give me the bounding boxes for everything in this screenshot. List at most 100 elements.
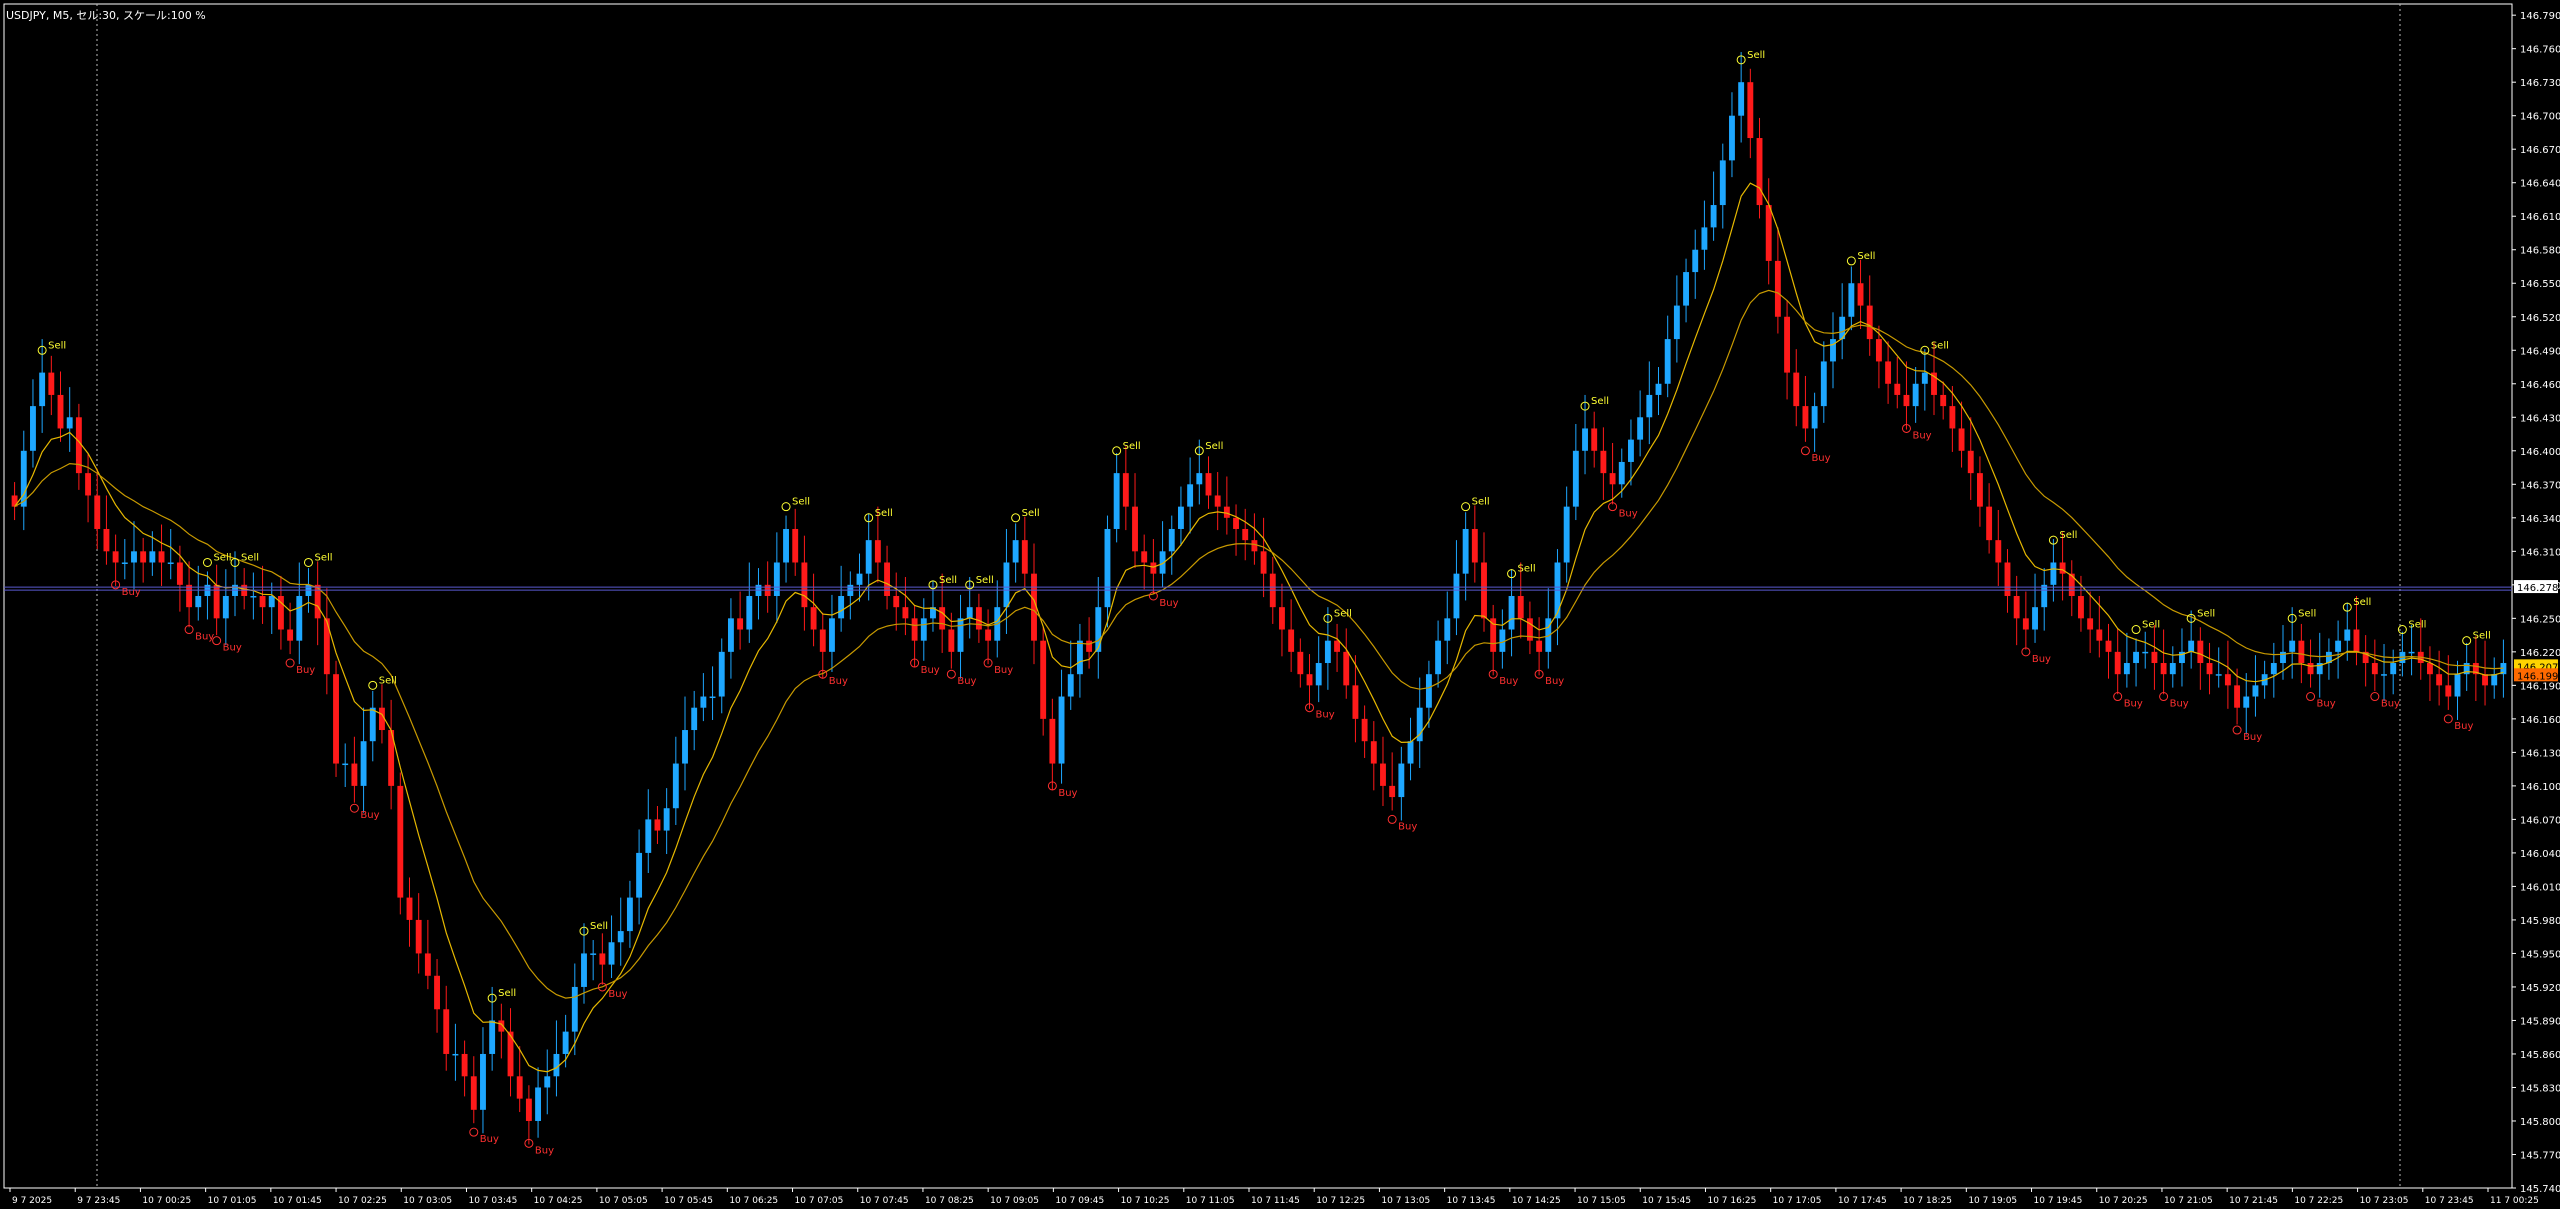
price-label: 146.520 [2520, 313, 2560, 324]
candle-body [1453, 573, 1460, 619]
candle-body [1279, 607, 1285, 630]
buy-signal-label: Buy [1398, 821, 1417, 832]
candlestick-chart[interactable]: Sell Buy Buy Sell Buy Sell Buy Sell Buy Sell Buy Se… [0, 0, 2560, 1209]
candle-body [48, 372, 55, 395]
candle-body [2224, 674, 2231, 686]
time-label: 10 7 13:05 [1381, 1196, 1430, 1206]
candle-body [1324, 640, 1331, 664]
candle-body [1508, 596, 1515, 630]
candle-body [1058, 696, 1065, 764]
candle-body [1086, 640, 1093, 652]
sell-signal-label: Sell [1472, 497, 1490, 508]
sell-signal-label: Sell [314, 552, 332, 563]
candle-body [2096, 629, 2103, 641]
candle-body [920, 618, 927, 641]
candle-body [1967, 450, 1974, 474]
candle-body [158, 551, 165, 563]
candle-body [1646, 394, 1653, 418]
time-label: 10 7 05:45 [664, 1196, 713, 1206]
candle-body [2454, 674, 2461, 697]
candle-body [1076, 640, 1083, 675]
candle-body [1444, 618, 1451, 641]
candle-body [865, 540, 872, 574]
candle-body [1223, 506, 1230, 518]
chart-window[interactable]: Sell Buy Buy Sell Buy Sell Buy Sell Buy Sell Buy Se… [0, 0, 2560, 1209]
price-tag-b-text: 146.199 [2517, 671, 2558, 682]
buy-signal-label: Buy [2243, 732, 2262, 743]
price-label: 146.070 [2520, 815, 2560, 826]
candle-body [1976, 473, 1983, 507]
price-label: 145.860 [2520, 1050, 2560, 1061]
time-label: 10 7 01:45 [273, 1196, 322, 1206]
sell-signal-label: Sell [976, 575, 994, 586]
candle-body [792, 528, 799, 563]
time-label: 10 7 01:05 [208, 1196, 257, 1206]
candle-body [1903, 394, 1910, 407]
sell-signal-label: Sell [1123, 441, 1141, 452]
sell-signal-label: Sell [498, 988, 516, 999]
price-label: 146.430 [2520, 413, 2560, 424]
buy-signal-label: Buy [2454, 721, 2473, 732]
buy-signal-label: Buy [1316, 710, 1335, 721]
candle-body [140, 551, 147, 563]
candle-body [599, 953, 606, 965]
time-label: 10 7 19:05 [1968, 1196, 2017, 1206]
time-label: 9 7 2025 [12, 1196, 52, 1206]
candle-body [489, 1020, 496, 1054]
price-label: 146.580 [2520, 246, 2560, 257]
candle-body [2041, 584, 2048, 608]
candle-body [2004, 562, 2011, 596]
candle-body [259, 596, 266, 608]
candle-body [636, 852, 643, 898]
candle-body [2371, 663, 2378, 675]
candle-body [1380, 763, 1386, 786]
candle-body [525, 1098, 532, 1121]
buy-signal-label: Buy [1545, 676, 1564, 687]
candle-body [2307, 663, 2314, 675]
price-label: 146.730 [2520, 78, 2560, 89]
sell-signal-label: Sell [2353, 597, 2371, 608]
buy-signal-label: Buy [1912, 430, 1931, 441]
candle-body [2436, 674, 2443, 686]
candle-body [1894, 383, 1901, 395]
candle-body [672, 763, 679, 809]
time-label: 10 7 15:45 [1642, 1196, 1691, 1206]
candle-body [296, 596, 303, 641]
price-label: 146.010 [2520, 882, 2560, 893]
candle-body [415, 919, 422, 954]
candle-body [176, 562, 183, 585]
candle-body [2022, 618, 2029, 630]
candle-body [590, 953, 597, 955]
candle-body [1710, 205, 1717, 228]
candle-body [2390, 663, 2397, 675]
candle-body [1729, 115, 1735, 161]
candle-body [1747, 82, 1754, 139]
buy-signal-label: Buy [2170, 699, 2189, 710]
candle-body [406, 897, 413, 920]
candle-body [66, 417, 73, 429]
sell-signal-label: Sell [590, 921, 608, 932]
candle-body [1242, 528, 1249, 541]
price-label: 145.800 [2520, 1117, 2560, 1128]
time-label: 10 7 02:25 [338, 1196, 387, 1206]
time-label: 9 7 23:45 [77, 1196, 120, 1206]
candle-body [1765, 205, 1772, 261]
candle-body [186, 584, 193, 608]
candle-body [1628, 439, 1634, 462]
candle-body [700, 696, 707, 708]
candle-body [2114, 651, 2121, 675]
candle-body [562, 1031, 569, 1054]
buy-signal-label: Buy [2032, 654, 2051, 665]
candle-body [1352, 685, 1359, 719]
price-label: 145.980 [2520, 916, 2560, 927]
candle-body [434, 975, 440, 1010]
candle-body [893, 596, 900, 608]
candle-body [1122, 473, 1129, 507]
sell-signal-label: Sell [1022, 508, 1040, 519]
candle-body [571, 986, 578, 1032]
candle-body [2059, 562, 2066, 574]
candle-body [424, 953, 431, 976]
candle-body [2445, 685, 2452, 697]
candle-body [1196, 473, 1203, 485]
candle-body [480, 1053, 486, 1110]
